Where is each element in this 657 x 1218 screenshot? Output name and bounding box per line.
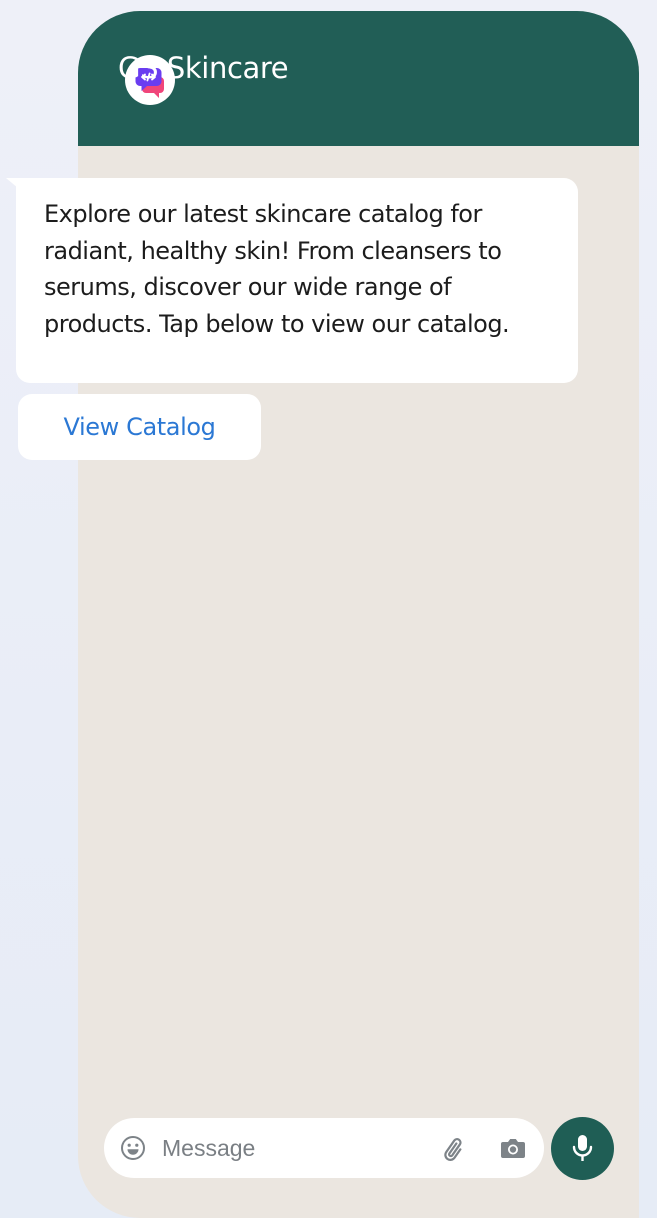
emoji-icon[interactable] — [120, 1135, 146, 1161]
view-catalog-button[interactable]: View Catalog — [18, 394, 261, 460]
chat-title: GS Skincare — [118, 51, 289, 85]
message-text: Explore our latest skincare catalog for … — [44, 200, 510, 338]
message-bubble: Explore our latest skincare catalog for … — [16, 178, 578, 383]
microphone-icon — [572, 1135, 593, 1161]
voice-message-button[interactable] — [551, 1117, 614, 1180]
message-composer — [104, 1118, 544, 1178]
camera-icon[interactable] — [499, 1134, 527, 1162]
message-input[interactable] — [162, 1130, 422, 1166]
paperclip-icon[interactable] — [439, 1133, 469, 1163]
